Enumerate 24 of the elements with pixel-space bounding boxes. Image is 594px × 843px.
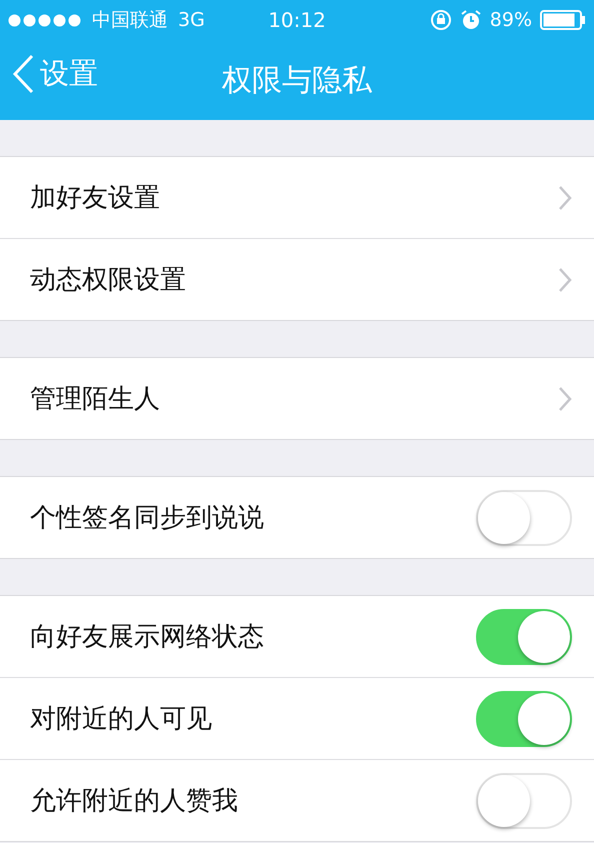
page-title: 权限与隐私: [222, 62, 372, 100]
toggle-switch[interactable]: [476, 690, 572, 746]
network-type: 3G: [178, 9, 205, 31]
setting-label: 允许附近的人赞我: [30, 785, 239, 818]
toggle-switch[interactable]: [476, 772, 572, 828]
status-time: 10:12: [268, 8, 326, 32]
carrier-name: 中国联通: [92, 8, 168, 33]
setting-label: 向好友展示网络状态: [30, 621, 265, 654]
signal-icon: [8, 14, 82, 26]
chevron-right-icon: [558, 184, 572, 210]
setting-label: 对附近的人可见: [30, 703, 213, 736]
setting-label[interactable]: 管理陌生人: [30, 381, 558, 416]
setting-label[interactable]: 加好友设置: [30, 180, 558, 215]
chevron-right-icon: [558, 386, 572, 412]
alarm-icon: [460, 9, 482, 31]
setting-label[interactable]: 动态权限设置: [30, 262, 558, 297]
toggle-switch[interactable]: [476, 490, 572, 546]
setting-label: 个性签名同步到说说: [30, 502, 265, 535]
chevron-right-icon: [558, 266, 572, 292]
battery-percent: 89%: [490, 9, 532, 31]
toggle-switch[interactable]: [476, 608, 572, 664]
back-chevron-icon: [12, 54, 34, 94]
rotation-lock-icon: [430, 9, 452, 31]
battery-icon: [540, 10, 586, 30]
